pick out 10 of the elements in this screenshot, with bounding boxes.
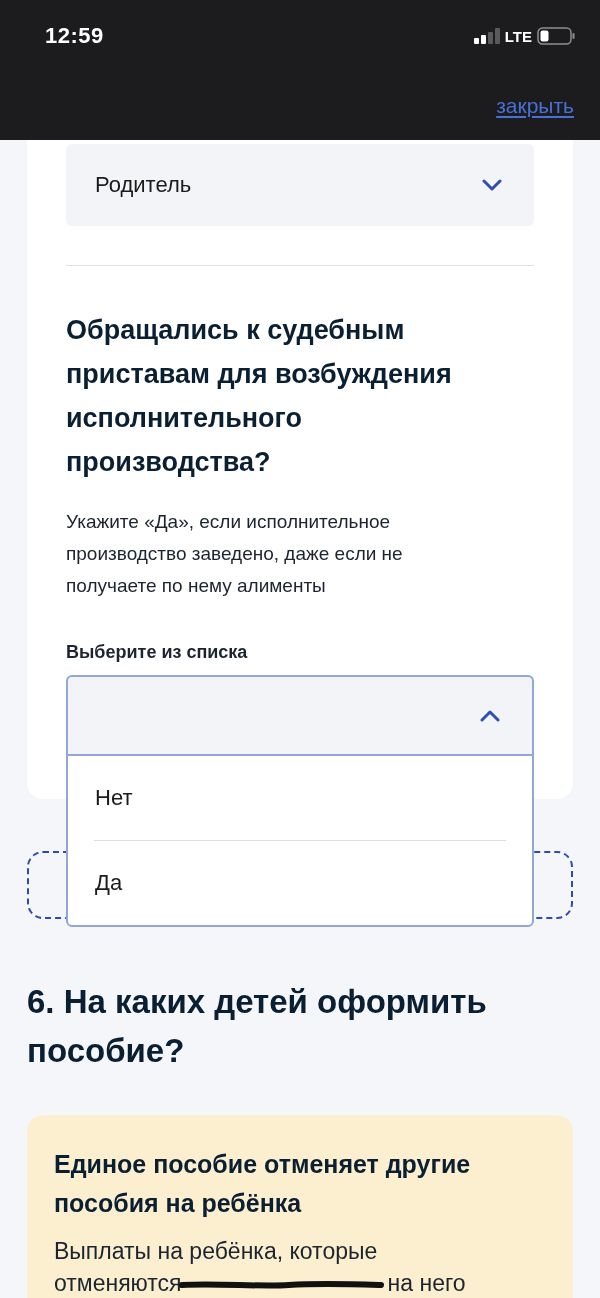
notice-text: на него [387, 1269, 466, 1298]
notice-text: отменяются [54, 1269, 182, 1298]
network-label: LTE [504, 27, 532, 45]
question-title: Обращались к судебным приставам для возбуждения исполнительного производства? [66, 314, 453, 479]
notice-text: Выплаты на ребёнка, которые [54, 1237, 378, 1266]
status-time: 12:59 [45, 23, 104, 49]
field-label: Выберите из списка [66, 642, 249, 663]
question-hint: Укажите «Да», если исполнительное производство заведено, даже если не получаете по нему алименты [66, 510, 404, 598]
section-title: 6. На каких детей оформить пособие? [27, 982, 488, 1071]
notice-title: Единое пособие отменяет другие пособия на ребёнка [54, 1149, 472, 1219]
